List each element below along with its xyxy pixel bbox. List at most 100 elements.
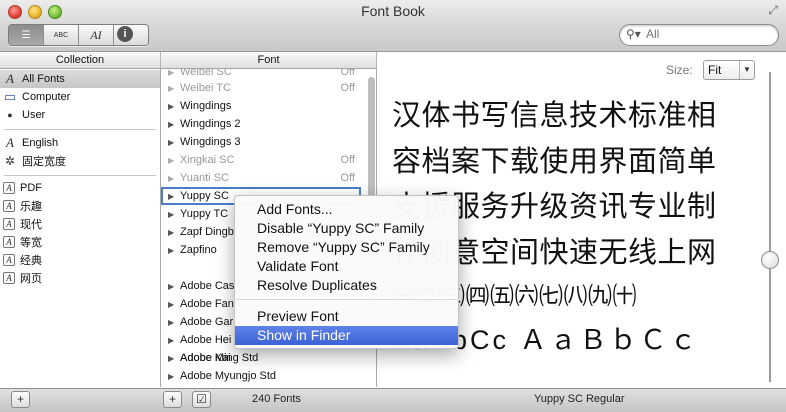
disclosure-triangle-icon[interactable]: ▶ — [168, 69, 180, 77]
font-row-wingdings[interactable]: ▶ Wingdings — [161, 97, 361, 115]
collection-item-pdf[interactable]: A PDF — [0, 179, 160, 197]
search-icon: ⚲▾ — [626, 27, 641, 41]
user-icon: ● — [7, 110, 13, 120]
font-preview-view-button[interactable]: AI — [79, 25, 114, 45]
font-name: Wingdings 2 — [180, 118, 241, 130]
disclosure-triangle-icon[interactable]: ▶ — [168, 84, 180, 93]
disclosure-triangle-icon[interactable]: ▶ — [168, 192, 180, 201]
preview-size-slider-knob[interactable] — [761, 251, 779, 269]
font-row-wingdings-2[interactable]: ▶ Wingdings 2 — [161, 115, 361, 133]
font-name: Yuanti SC — [180, 172, 229, 184]
font-name: Xingkai SC — [180, 154, 235, 166]
menu-separator — [236, 299, 457, 300]
collection-label: User — [22, 109, 46, 121]
font-icon: A — [6, 71, 14, 86]
fullscreen-icon[interactable]: ⤢ — [766, 3, 780, 17]
collection-box-icon: A — [3, 200, 15, 212]
font-icon: A — [6, 135, 14, 150]
add-font-button[interactable]: + — [163, 391, 182, 408]
disclosure-triangle-icon[interactable]: ▶ — [168, 120, 180, 129]
collection-box-icon: A — [3, 254, 15, 266]
collection-item-computer[interactable]: ▭ Computer — [0, 88, 160, 106]
grid-abc-icon: ABC — [53, 31, 69, 39]
font-row-adobe-ming-std[interactable]: ▶ Adobe Ming Std — [161, 349, 361, 367]
list-view-button[interactable]: ☰ — [9, 25, 44, 45]
collection-item-fixed-width[interactable]: ✲ 固定宽度 — [0, 152, 160, 170]
disclosure-triangle-icon[interactable]: ▶ — [168, 246, 180, 255]
menu-item-disable-family[interactable]: Disable “Yuppy SC” Family — [235, 219, 458, 238]
size-label: Size: — [666, 63, 693, 77]
menu-item-remove-family[interactable]: Remove “Yuppy SC” Family — [235, 238, 458, 257]
collection-item-classic[interactable]: A 经典 — [0, 251, 160, 269]
font-row-adobe-myungjo-std[interactable]: ▶ Adobe Myungjo Std — [161, 367, 361, 385]
font-status: Off — [340, 172, 355, 184]
disclosure-triangle-icon[interactable]: ▶ — [168, 174, 180, 183]
disclosure-triangle-icon[interactable]: ▶ — [168, 138, 180, 147]
menu-item-preview-font[interactable]: Preview Font — [235, 307, 458, 326]
preview-size-slider-track[interactable] — [769, 72, 771, 382]
collection-box-icon: A — [3, 272, 15, 284]
collection-label: 现代 — [20, 219, 42, 231]
status-bar — [0, 388, 786, 412]
disclosure-triangle-icon[interactable]: ▶ — [168, 354, 180, 363]
list-icon: ☰ — [21, 29, 31, 41]
grid-view-button[interactable]: ABC — [44, 25, 79, 45]
disclosure-triangle-icon[interactable]: ▶ — [168, 156, 180, 165]
collection-item-modern[interactable]: A 现代 — [0, 215, 160, 233]
collection-label: All Fonts — [22, 73, 65, 85]
computer-icon: ▭ — [3, 89, 17, 104]
search-field[interactable]: ⚲▾ — [619, 24, 779, 46]
menu-item-add-fonts[interactable]: Add Fonts... — [235, 200, 458, 219]
collection-item-user[interactable]: ● User — [0, 106, 160, 124]
font-status: Off — [340, 82, 355, 94]
collection-item-english[interactable]: A English — [0, 134, 160, 152]
menu-item-validate-font[interactable]: Validate Font — [235, 257, 458, 276]
collection-label: Computer — [22, 91, 71, 103]
collection-box-icon: A — [3, 218, 15, 230]
collection-divider — [4, 175, 156, 176]
font-row-wingdings-3[interactable]: ▶ Wingdings 3 — [161, 133, 361, 151]
font-count: 240 Fonts — [252, 393, 301, 405]
collection-box-icon: A — [3, 236, 15, 248]
font-status: Off — [340, 154, 355, 166]
font-status: Off — [340, 69, 355, 78]
font-name: Weibei TC — [180, 82, 231, 94]
disclosure-triangle-icon[interactable]: ▶ — [168, 318, 180, 327]
collection-divider — [4, 129, 156, 130]
size-value: Fit — [708, 63, 722, 77]
disclosure-triangle-icon[interactable]: ▶ — [168, 210, 180, 219]
disclosure-triangle-icon[interactable]: ▶ — [168, 300, 180, 309]
disclosure-triangle-icon[interactable]: ▶ — [168, 336, 180, 345]
size-select[interactable]: Fit ▼ — [703, 60, 755, 80]
collection-item-all-fonts[interactable]: A All Fonts — [0, 70, 160, 88]
collection-item-monospace[interactable]: A 等宽 — [0, 233, 160, 251]
font-column-header[interactable]: Font — [161, 52, 377, 69]
font-name: Wingdings 3 — [180, 136, 241, 148]
font-row-xingkai-sc[interactable]: ▶ Xingkai SC Off — [161, 151, 361, 169]
add-collection-button[interactable]: + — [11, 391, 30, 408]
font-row-weibei-tc[interactable]: ▶ Weibei TC Off — [161, 79, 361, 97]
info-icon[interactable]: i — [117, 26, 133, 42]
collection-box-icon: A — [3, 182, 15, 194]
disclosure-triangle-icon[interactable]: ▶ — [168, 282, 180, 291]
collection-item-fun[interactable]: A 乐趣 — [0, 197, 160, 215]
selected-font-name: Yuppy SC Regular — [534, 393, 625, 405]
menu-item-resolve-duplicates[interactable]: Resolve Duplicates — [235, 276, 458, 295]
search-input[interactable] — [646, 27, 772, 41]
preview-line: 容档案下载使用界面简单 — [392, 144, 717, 178]
collection-list: A All Fonts ▭ Computer ● User A English … — [0, 69, 161, 387]
font-preview-icon: AI — [90, 27, 102, 42]
font-row-yuanti-sc[interactable]: ▶ Yuanti SC Off — [161, 169, 361, 187]
disclosure-triangle-icon[interactable]: ▶ — [168, 372, 180, 381]
collection-column-header[interactable]: Collection — [0, 52, 161, 69]
menu-item-show-in-finder[interactable]: Show in Finder — [235, 326, 458, 345]
font-name: Wingdings — [180, 100, 232, 112]
disclosure-triangle-icon[interactable]: ▶ — [168, 102, 180, 111]
font-name: Adobe Myungjo Std — [180, 370, 277, 382]
gear-icon: ✲ — [4, 154, 16, 168]
disclosure-triangle-icon[interactable]: ▶ — [168, 228, 180, 237]
collection-label: 网页 — [20, 273, 42, 285]
collection-item-web[interactable]: A 网页 — [0, 269, 160, 287]
enable-font-button[interactable]: ☑ — [192, 391, 211, 408]
collection-label: 经典 — [20, 255, 42, 267]
